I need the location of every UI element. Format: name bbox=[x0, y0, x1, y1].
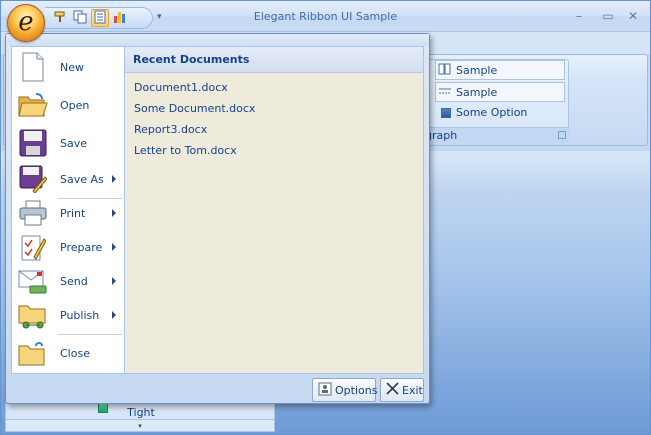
save-disk-icon bbox=[18, 128, 48, 158]
menu-item-save-as[interactable]: Save As bbox=[12, 161, 124, 197]
sample-dropdown-1[interactable]: Sample bbox=[435, 60, 565, 80]
options-icon bbox=[318, 382, 332, 399]
recent-document-item[interactable]: Report3.docx bbox=[134, 123, 207, 136]
app-logo-icon: e bbox=[18, 6, 34, 37]
exit-button[interactable]: Exit bbox=[380, 378, 424, 402]
menu-command-list: New Open Save Save As Print Prepare Send… bbox=[11, 46, 125, 374]
recent-document-item[interactable]: Some Document.docx bbox=[134, 102, 255, 115]
some-option-label: Some Option bbox=[456, 106, 528, 119]
minimize-button[interactable]: – bbox=[569, 9, 589, 25]
menu-item-save-label: Save bbox=[60, 136, 88, 150]
prepare-checklist-icon bbox=[18, 232, 48, 262]
menu-item-open[interactable]: Open bbox=[12, 87, 124, 123]
submenu-arrow-icon bbox=[112, 243, 116, 251]
exit-label: Exit bbox=[402, 383, 423, 397]
submenu-arrow-icon bbox=[112, 209, 116, 217]
options-button[interactable]: Options bbox=[312, 378, 378, 402]
new-document-icon bbox=[18, 52, 48, 82]
menu-item-publish[interactable]: Publish bbox=[12, 297, 124, 333]
menu-item-new[interactable]: New bbox=[12, 49, 124, 85]
book-icon bbox=[438, 63, 452, 78]
maximize-button[interactable]: ▭ bbox=[598, 9, 618, 25]
open-folder-icon bbox=[18, 90, 48, 120]
menu-footer: Options Exit bbox=[11, 374, 424, 402]
menu-item-close-label: Close bbox=[60, 346, 90, 360]
application-button[interactable]: e bbox=[7, 4, 45, 42]
submenu-arrow-icon bbox=[112, 175, 116, 183]
menu-item-print-label: Print bbox=[60, 206, 86, 220]
recent-documents-header: Recent Documents bbox=[125, 47, 423, 73]
some-option-checkbox[interactable]: Some Option bbox=[441, 106, 527, 119]
menu-item-save[interactable]: Save bbox=[12, 125, 124, 161]
exit-icon bbox=[386, 382, 399, 398]
recent-documents-panel: Recent Documents Document1.docx Some Doc… bbox=[125, 46, 424, 374]
application-menu: New Open Save Save As Print Prepare Send… bbox=[5, 33, 430, 404]
recent-document-item[interactable]: Document1.docx bbox=[134, 81, 228, 94]
sample-label-1: Sample bbox=[456, 63, 498, 77]
submenu-arrow-icon bbox=[112, 277, 116, 285]
menu-item-prepare[interactable]: Prepare bbox=[12, 229, 124, 265]
submenu-arrow-icon bbox=[112, 311, 116, 319]
dialog-launcher-icon[interactable] bbox=[558, 131, 566, 139]
menu-item-send-label: Send bbox=[60, 274, 88, 288]
close-button[interactable]: ✕ bbox=[623, 9, 643, 25]
window-title: Elegant Ribbon UI Sample bbox=[253, 10, 398, 23]
save-as-icon bbox=[18, 164, 48, 194]
publish-folder-icon bbox=[18, 300, 48, 330]
panel-expand-button[interactable]: ▾ bbox=[6, 419, 274, 431]
tight-button[interactable]: Tight bbox=[6, 406, 276, 419]
printer-icon bbox=[18, 198, 48, 228]
application-window: ▾ Elegant Ribbon UI Sample – ▭ ✕ Sample … bbox=[0, 0, 651, 435]
menu-item-new-label: New bbox=[60, 60, 84, 74]
menu-item-prepare-label: Prepare bbox=[60, 240, 103, 254]
sample-dropdown-2[interactable]: Sample bbox=[435, 82, 565, 102]
send-mail-icon bbox=[18, 266, 48, 296]
menu-item-open-label: Open bbox=[60, 98, 90, 112]
options-label: Options bbox=[335, 383, 378, 397]
title-bar: ▾ Elegant Ribbon UI Sample – ▭ ✕ bbox=[1, 1, 650, 32]
recent-documents-title: Recent Documents bbox=[133, 53, 250, 66]
close-folder-icon bbox=[18, 338, 48, 368]
menu-item-print[interactable]: Print bbox=[12, 195, 124, 231]
menu-item-publish-label: Publish bbox=[60, 308, 100, 322]
menu-item-save-as-label: Save As bbox=[60, 172, 104, 186]
group-caption: graph bbox=[421, 127, 569, 143]
menu-top-strip bbox=[6, 34, 429, 46]
menu-item-send[interactable]: Send bbox=[12, 263, 124, 299]
menu-item-close[interactable]: Close bbox=[12, 335, 124, 371]
option-box-icon bbox=[441, 107, 451, 118]
lines-icon bbox=[438, 85, 452, 100]
sample-label-2: Sample bbox=[456, 85, 498, 99]
recent-document-item[interactable]: Letter to Tom.docx bbox=[134, 144, 237, 157]
